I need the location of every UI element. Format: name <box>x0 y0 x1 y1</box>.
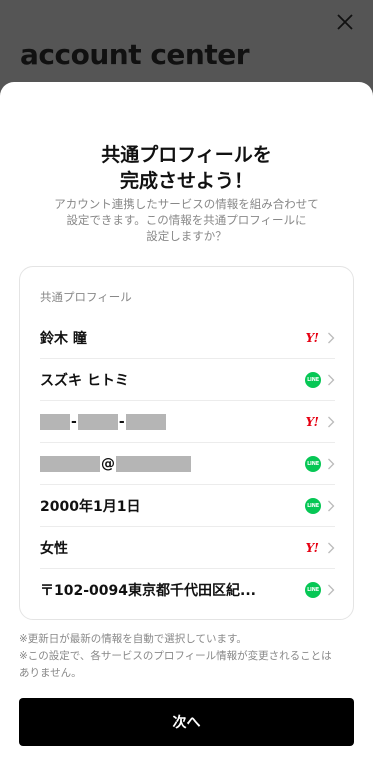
redaction-block <box>40 455 100 472</box>
profile-row-name[interactable]: 鈴木 瞳 Y! <box>40 317 335 359</box>
profile-card: 共通プロフィール 鈴木 瞳 Y! スズキ ヒトミ LINE - - Y! @ L… <box>19 266 354 620</box>
line-icon: LINE <box>305 455 321 472</box>
row-value: 2000年1月1日 <box>40 498 141 515</box>
desc-line-1: アカウント連携したサービスの情報を組み合わせて <box>54 197 319 211</box>
profile-row-gender[interactable]: 女性 Y! <box>40 527 335 569</box>
email-at-sign: @ <box>101 455 115 472</box>
card-label: 共通プロフィール <box>40 290 132 304</box>
line-icon: LINE <box>305 582 321 598</box>
chevron-right-icon <box>328 416 335 427</box>
close-icon <box>337 14 353 30</box>
row-value: 〒102-0094東京都千代田区紀... <box>40 583 256 599</box>
chevron-right-icon <box>328 458 335 469</box>
yahoo-icon: Y! <box>305 414 319 429</box>
row-value: 鈴木 瞳 <box>40 330 87 347</box>
chevron-right-icon <box>328 584 335 596</box>
sheet-description: アカウント連携したサービスの情報を組み合わせて 設定できます。この情報を共通プロ… <box>40 196 333 244</box>
desc-line-3: 設定しますか？ <box>146 229 227 243</box>
yahoo-icon: Y! <box>305 330 319 345</box>
profile-row-birthday[interactable]: 2000年1月1日 LINE <box>40 485 335 527</box>
line-icon-text: LINE <box>307 460 319 467</box>
close-button[interactable] <box>333 10 357 34</box>
chevron-right-icon <box>328 374 335 385</box>
profile-row-phone[interactable]: - - Y! <box>40 401 335 443</box>
desc-line-2: 設定できます。この情報を共通プロフィールに <box>66 213 307 227</box>
line-icon: LINE <box>305 371 321 388</box>
line-icon-text: LINE <box>307 502 319 509</box>
line-icon-text: LINE <box>307 587 319 593</box>
line-icon-text: LINE <box>307 376 319 383</box>
chevron-right-icon <box>328 500 335 511</box>
chevron-right-icon <box>328 542 335 553</box>
next-button[interactable]: 次へ <box>19 698 354 746</box>
note-2: ※この設定で、各サービスのプロフィール情報が変更されることは <box>19 650 332 662</box>
title-line-2: 完成させよう！ <box>119 170 253 192</box>
chevron-right-icon <box>328 332 335 343</box>
title-line-1: 共通プロフィールを <box>101 144 272 166</box>
note-3: ありません。 <box>19 667 82 679</box>
row-value-masked-phone: - - <box>40 413 166 430</box>
phone-separator: - <box>71 413 77 430</box>
brand-logo: account center <box>20 38 250 71</box>
redaction-block <box>125 413 166 430</box>
row-value-masked-email: @ <box>40 455 191 472</box>
redaction-block <box>116 455 191 472</box>
row-value: 女性 <box>40 540 68 557</box>
redaction-block <box>77 413 118 430</box>
profile-row-email[interactable]: @ LINE <box>40 443 335 485</box>
phone-separator: - <box>118 413 125 430</box>
profile-row-address[interactable]: 〒102-0094東京都千代田区紀... LINE <box>40 569 335 611</box>
profile-row-kana[interactable]: スズキ ヒトミ LINE <box>40 359 335 401</box>
row-value: スズキ ヒトミ <box>40 372 129 389</box>
note-1: ※更新日が最新の情報を自動で選択しています。 <box>19 633 247 645</box>
yahoo-icon: Y! <box>305 540 319 555</box>
profile-sheet: 共通プロフィールを 完成させよう！ アカウント連携したサービスの情報を組み合わせ… <box>0 82 373 765</box>
footnotes: ※更新日が最新の情報を自動で選択しています。 ※この設定で、各サービスのプロフィ… <box>19 631 359 682</box>
sheet-title: 共通プロフィールを 完成させよう！ <box>0 142 373 194</box>
line-icon: LINE <box>305 497 321 514</box>
redaction-block <box>40 413 70 430</box>
